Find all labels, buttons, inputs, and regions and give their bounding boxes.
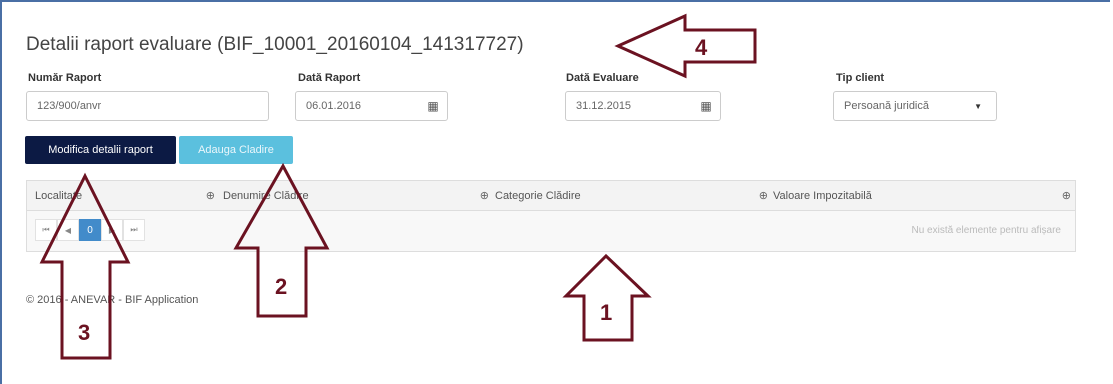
arrow-1-icon [562, 253, 652, 342]
annotation-number-4: 4 [695, 35, 708, 60]
annotation-number-1: 1 [600, 300, 613, 325]
annotation-number-2: 2 [275, 274, 288, 299]
annotation-number-3: 3 [78, 320, 91, 345]
arrow-4-icon [614, 13, 757, 79]
annotation-overlay [39, 13, 757, 360]
